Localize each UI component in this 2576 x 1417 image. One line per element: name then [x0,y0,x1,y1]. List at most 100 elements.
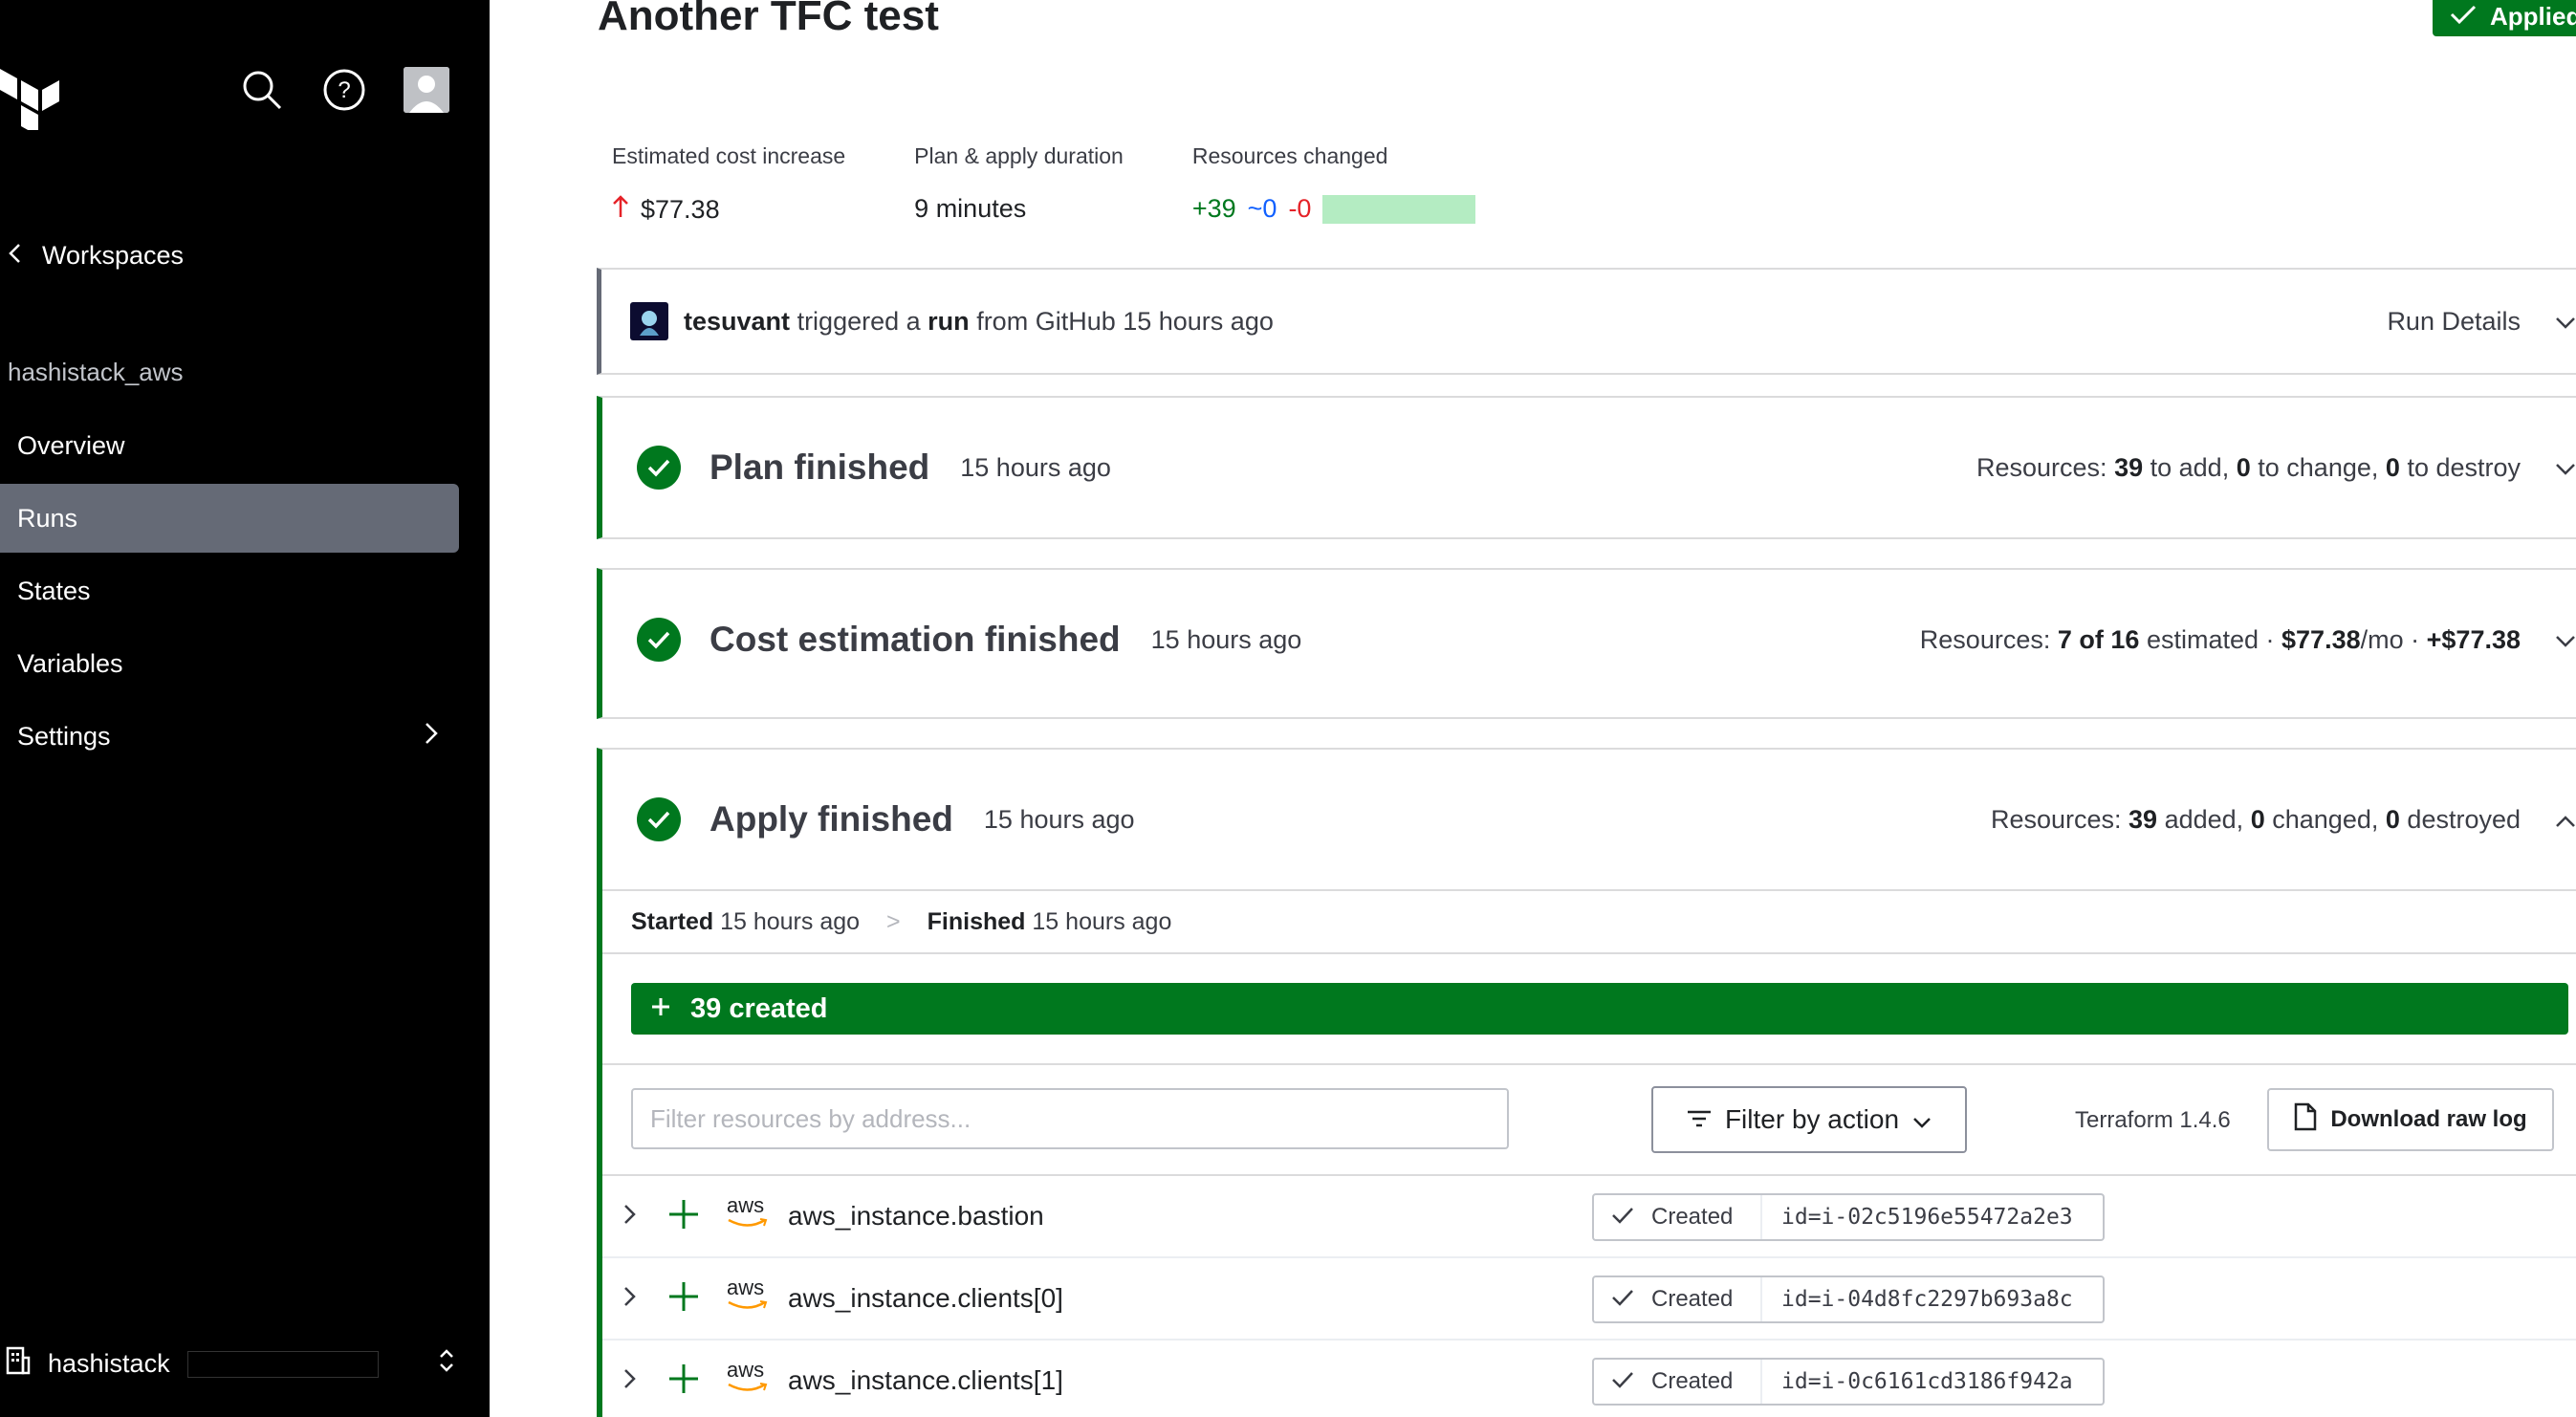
sidebar-item-label: Overview [17,430,125,460]
redacted-block [186,1350,379,1378]
finished-info: Finished 15 hours ago [928,908,1172,936]
resource-address: aws_instance.clients[1] [788,1365,1063,1395]
resource-row[interactable]: aws aws_instance.clients[0] Created id=i… [602,1258,2576,1341]
run-trigger-panel: tesuvant triggered a run from GitHub 15 … [597,268,2576,375]
stage-time: 15 hours ago [1150,624,1302,654]
resource-status: Created id=i-0c6161cd3186f942a [1592,1358,2105,1406]
org-switcher[interactable]: hashistack [6,1346,455,1382]
chevron-right-icon[interactable] [623,1204,637,1230]
status-label: Created [1651,1204,1734,1230]
resource-id: id=i-0c6161cd3186f942a [1781,1369,2073,1394]
finished-label: Finished [927,907,1026,935]
summary-label: to destroy [2407,452,2521,482]
chevron-down-icon[interactable] [2555,453,2576,483]
status-badge: Applied [2433,0,2576,36]
chevron-right-icon[interactable] [623,1368,637,1394]
back-to-workspaces-link[interactable]: Workspaces [8,241,184,271]
plus-icon [667,1280,700,1318]
cost-stage[interactable]: Cost estimation finished 15 hours ago Re… [597,568,2576,719]
plus-icon [667,1198,700,1235]
chevron-up-down-icon [438,1346,455,1382]
summary-monthly: $77.38 [2281,624,2361,654]
summary-label: to add, [2150,452,2230,482]
summary-estimated: 7 of 16 [2057,624,2140,654]
chevron-down-icon[interactable] [2555,625,2576,655]
help-icon[interactable]: ? [321,67,367,113]
resource-list: aws aws_instance.bastion Created id=i-02… [602,1176,2576,1417]
trigger-user[interactable]: tesuvant [684,307,790,337]
filter-icon [1687,1104,1712,1135]
trigger-run: run [928,306,970,336]
summary-add: 39 [2114,452,2144,482]
workspace-name: hashistack_aws [8,358,184,386]
arrow-up-icon [612,194,629,226]
building-icon [6,1346,31,1382]
page-title: Another TFC test [598,0,939,39]
sidebar-item-runs[interactable]: Runs [0,484,459,553]
resource-status: Created id=i-02c5196e55472a2e3 [1592,1193,2105,1241]
run-details-toggle[interactable]: Run Details [2387,307,2576,337]
stage-title: Plan finished [709,447,930,487]
svg-text:?: ? [338,77,350,103]
sidebar: ? Workspaces hashistack_aws Overview Run… [0,0,490,1417]
summary-label: /mo · [2360,624,2420,654]
stage-title: Cost estimation finished [709,620,1121,659]
metric-label: Plan & apply duration [914,143,1124,168]
resource-row[interactable]: aws aws_instance.bastion Created id=i-02… [602,1176,2576,1258]
summary-label: Resources: [1976,452,2107,482]
resource-id: id=i-02c5196e55472a2e3 [1781,1205,2073,1230]
chevron-left-icon [8,241,21,271]
chevron-down-icon [1912,1104,1932,1135]
filter-resources-input[interactable] [631,1088,1509,1149]
sidebar-item-label: Variables [17,648,123,678]
status-label: Applied [2490,1,2576,31]
resource-address: aws_instance.clients[0] [788,1283,1063,1313]
summary-added: 39 [2128,804,2158,834]
chevron-right-icon[interactable] [623,1286,637,1312]
chevron-down-icon [2555,307,2576,337]
search-icon[interactable] [239,67,285,113]
sidebar-item-states[interactable]: States [0,556,459,625]
aws-smile-icon [727,1216,769,1233]
destroyed-count: -0 [1288,194,1312,223]
resource-address: aws_instance.bastion [788,1201,1044,1231]
summary-label: to change, [2258,452,2379,482]
resource-row[interactable]: aws aws_instance.clients[1] Created id=i… [602,1341,2576,1417]
sidebar-item-label: States [17,576,91,605]
summary-label: destroyed [2407,804,2521,834]
summary-delta: +$77.38 [2426,624,2521,654]
metric-label: Estimated cost increase [612,143,846,168]
sidebar-item-overview[interactable]: Overview [0,411,459,480]
changes-bar [1322,194,1476,224]
chevron-up-icon[interactable] [2555,805,2576,835]
cost-summary: Resources: 7 of 16 estimated · $77.38/mo… [1920,625,2521,655]
summary-changed: 0 [2250,804,2265,834]
metric-duration: Plan & apply duration 9 minutes [914,143,1124,226]
summary-change: 0 [2236,452,2251,482]
sidebar-item-label: Runs [17,503,78,533]
run-details-label: Run Details [2387,306,2521,336]
filter-action-label: Filter by action [1724,1104,1900,1134]
user-avatar[interactable] [404,67,449,113]
started-info: Started 15 hours ago [631,908,860,936]
plan-stage[interactable]: Plan finished 15 hours ago Resources: 39… [597,396,2576,539]
started-time: 15 hours ago [720,907,861,935]
aws-logo-icon: aws [727,1193,765,1217]
check-circle-icon [637,618,681,662]
download-raw-log-button[interactable]: Download raw log [2267,1088,2554,1151]
main-content: Another TFC test Applied Estimated cost … [490,0,2576,1417]
plan-summary: Resources: 39 to add, 0 to change, 0 to … [1976,453,2521,483]
filter-by-action-button[interactable]: Filter by action [1651,1086,1967,1153]
timeline-separator: > [886,907,901,935]
added-count: +39 [1191,194,1236,223]
sidebar-item-variables[interactable]: Variables [0,629,459,698]
created-filter-bar[interactable]: 39 created [631,983,2568,1035]
started-label: Started [631,907,714,935]
summary-destroyed: 0 [2385,804,2400,834]
changed-count: ~0 [1247,194,1277,223]
check-circle-icon [637,797,681,841]
metric-value: $77.38 [641,195,720,224]
metric-value: 9 minutes [914,194,1027,223]
sidebar-item-settings[interactable]: Settings [0,702,459,771]
terraform-logo-icon[interactable] [0,65,63,136]
